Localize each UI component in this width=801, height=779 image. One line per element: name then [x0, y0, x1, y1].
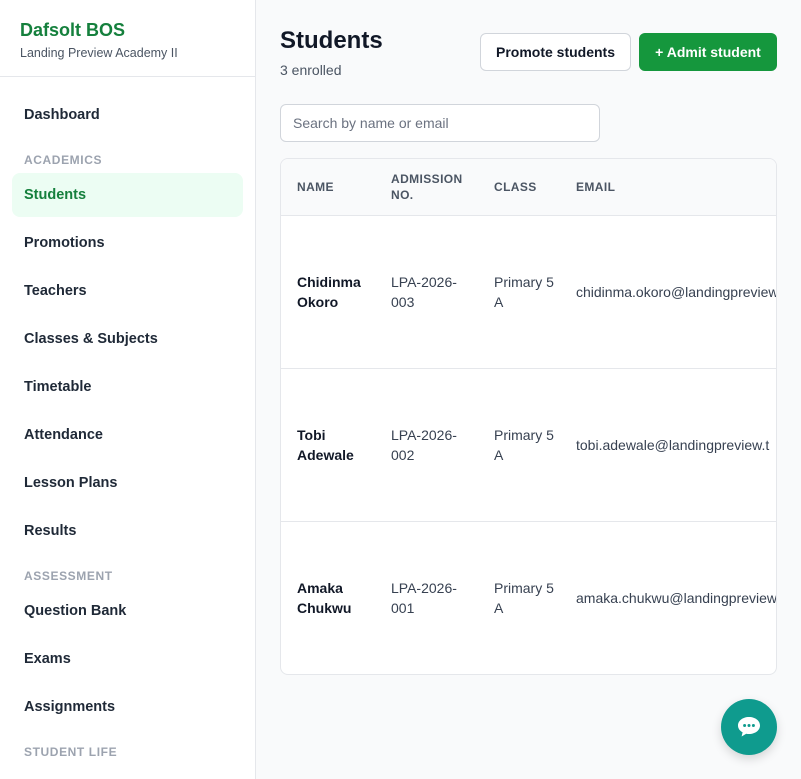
student-class: Primary 5 A [494, 274, 554, 310]
enrolled-count: 3 enrolled [280, 62, 342, 78]
sidebar-item-promotions[interactable]: Promotions [12, 221, 243, 265]
admission-number: LPA-2026-002 [391, 427, 457, 463]
sidebar-item-timetable[interactable]: Timetable [12, 365, 243, 409]
sidebar-item-dashboard[interactable]: Dashboard [12, 93, 243, 137]
search-input[interactable] [280, 104, 600, 142]
students-table: NAME ADMISSION NO. CLASS EMAIL Chidinma … [280, 158, 777, 675]
promote-students-button[interactable]: Promote students [480, 33, 631, 71]
admission-number: LPA-2026-001 [391, 580, 457, 616]
section-academics: ACADEMICS [24, 153, 103, 167]
column-header-email[interactable]: EMAIL [576, 179, 615, 195]
column-header-class[interactable]: CLASS [494, 179, 537, 195]
student-name: Chidinma Okoro [297, 274, 361, 310]
chat-button[interactable] [721, 699, 777, 755]
sidebar-item-exams[interactable]: Exams [12, 637, 243, 681]
column-header-admission[interactable]: ADMISSION NO. [391, 171, 471, 203]
student-name: Amaka Chukwu [297, 580, 352, 616]
student-email: tobi.adewale@landingpreview.t [576, 437, 770, 453]
brand-header: Dafsolt BOS Landing Preview Academy II [0, 0, 255, 77]
section-assessment: ASSESSMENT [24, 569, 113, 583]
main-content: Students 3 enrolled Promote students + A… [257, 0, 801, 779]
section-student-life: STUDENT LIFE [24, 745, 118, 759]
sidebar-item-results[interactable]: Results [12, 509, 243, 553]
column-header-name[interactable]: NAME [297, 179, 334, 195]
student-class: Primary 5 A [494, 427, 554, 463]
chat-bubble-icon [738, 717, 760, 737]
table-header: NAME ADMISSION NO. CLASS EMAIL [281, 159, 776, 216]
student-email: chidinma.okoro@landingpreview [576, 284, 777, 300]
sidebar-item-lesson-plans[interactable]: Lesson Plans [12, 461, 243, 505]
table-row[interactable]: Tobi Adewale LPA-2026-002 Primary 5 A to… [281, 369, 776, 522]
brand-name: Dafsolt BOS [20, 20, 126, 40]
sidebar: Dafsolt BOS Landing Preview Academy II D… [0, 0, 256, 779]
admit-student-button[interactable]: + Admit student [639, 33, 777, 71]
school-name: Landing Preview Academy II [20, 46, 178, 60]
table-row[interactable]: Amaka Chukwu LPA-2026-001 Primary 5 A am… [281, 522, 777, 674]
sidebar-item-students[interactable]: Students [12, 173, 243, 217]
page-title: Students [280, 27, 383, 54]
sidebar-item-assignments[interactable]: Assignments [12, 685, 243, 729]
admission-number: LPA-2026-003 [391, 274, 457, 310]
student-name: Tobi Adewale [297, 427, 354, 463]
student-class: Primary 5 A [494, 580, 554, 616]
student-email: amaka.chukwu@landingpreview [576, 590, 777, 606]
sidebar-item-attendance[interactable]: Attendance [12, 413, 243, 457]
sidebar-item-classes-subjects[interactable]: Classes & Subjects [12, 317, 243, 361]
sidebar-item-question-bank[interactable]: Question Bank [12, 589, 243, 633]
sidebar-item-teachers[interactable]: Teachers [12, 269, 243, 313]
table-row[interactable]: Chidinma Okoro LPA-2026-003 Primary 5 A … [281, 216, 776, 369]
